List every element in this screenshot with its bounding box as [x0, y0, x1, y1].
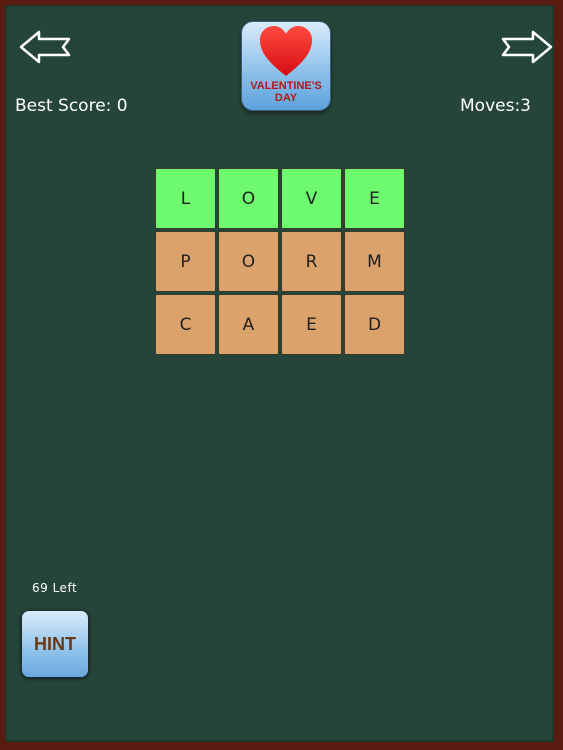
letter-tile[interactable]: V [281, 168, 342, 229]
valentines-day-badge: VALENTINE'S DAY [241, 21, 331, 111]
hints-remaining: 69 Left [32, 581, 78, 595]
back-button[interactable] [19, 29, 71, 65]
best-score: Best Score: 0 [15, 96, 128, 116]
letter-tile[interactable]: L [155, 168, 216, 229]
letter-tile[interactable]: R [281, 231, 342, 292]
letter-tile[interactable]: O [218, 231, 279, 292]
badge-title: VALENTINE'S DAY [250, 80, 322, 104]
letter-tile[interactable]: P [155, 231, 216, 292]
arrow-right-icon [501, 30, 553, 64]
letter-tile[interactable]: M [344, 231, 405, 292]
heart-icon [260, 26, 312, 76]
moves-counter: Moves:3 [460, 96, 531, 116]
letter-tile[interactable]: A [218, 294, 279, 355]
letter-tile[interactable]: E [281, 294, 342, 355]
letter-tile[interactable]: O [218, 168, 279, 229]
hint-button[interactable]: HINT [21, 610, 89, 678]
arrow-left-icon [19, 30, 71, 64]
letter-grid: L O V E P O R M C A E D [155, 168, 407, 356]
forward-button[interactable] [501, 29, 553, 65]
letter-tile[interactable]: C [155, 294, 216, 355]
letter-tile[interactable]: E [344, 168, 405, 229]
letter-tile[interactable]: D [344, 294, 405, 355]
